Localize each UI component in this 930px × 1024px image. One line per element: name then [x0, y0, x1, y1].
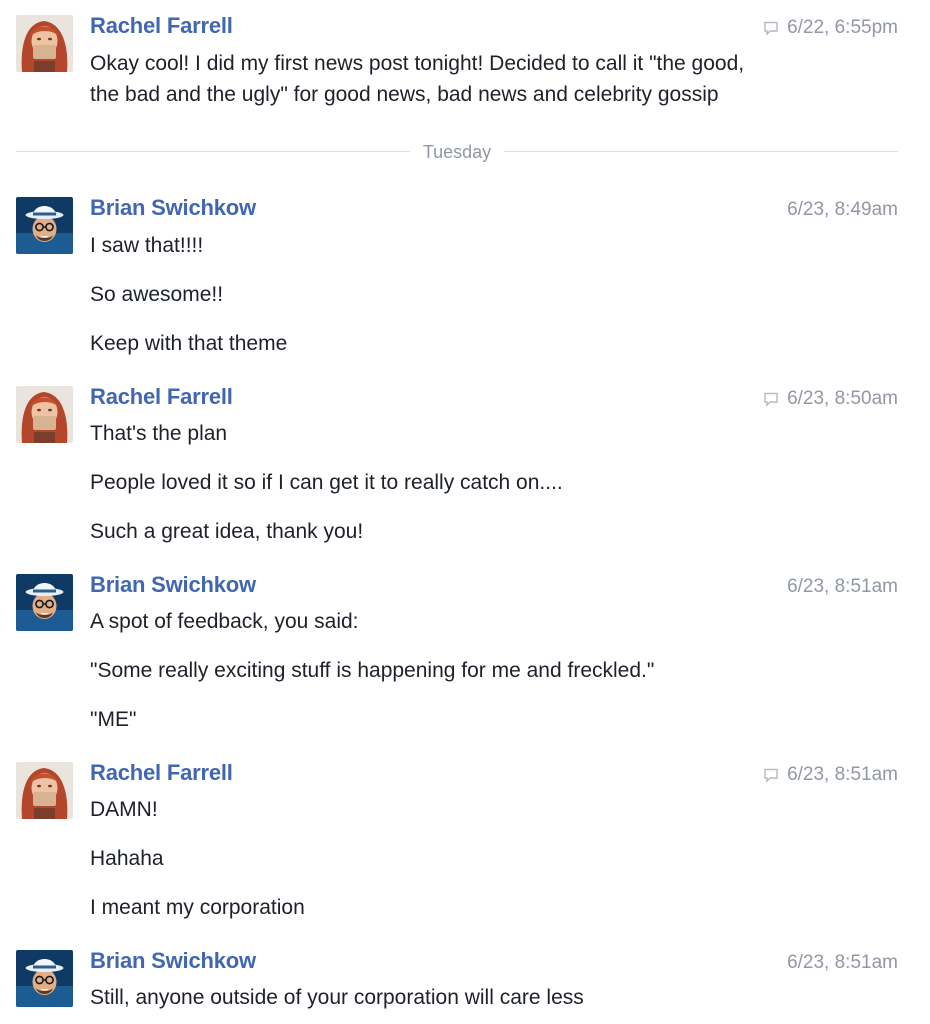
message-text: I meant my corporation: [90, 896, 305, 919]
message-author[interactable]: Brian Swichkow: [90, 572, 256, 598]
message-author[interactable]: Rachel Farrell: [90, 384, 233, 410]
message-meta: 6/23, 8:51am: [763, 764, 898, 786]
message-author[interactable]: Rachel Farrell: [90, 760, 233, 786]
message-text: "ME": [90, 708, 137, 731]
avatar-rachel-icon: [16, 15, 73, 72]
chat-bubble-icon: [763, 767, 779, 783]
message-text: "Some really exciting stuff is happening…: [90, 659, 655, 682]
message-text: A spot of feedback, you said:: [90, 610, 359, 633]
avatar-brian-icon: [16, 574, 73, 631]
message-text: DAMN!: [90, 798, 158, 821]
avatar-rachel[interactable]: [16, 762, 73, 819]
message-author[interactable]: Brian Swichkow: [90, 195, 256, 221]
avatar-brian[interactable]: [16, 197, 73, 254]
message-meta: 6/23, 8:49am: [787, 199, 898, 221]
message-timestamp: 6/23, 8:51am: [787, 576, 898, 597]
chat-bubble-icon: [763, 20, 779, 36]
message-text: People loved it so if I can get it to re…: [90, 471, 563, 494]
message-text: Hahaha: [90, 847, 164, 870]
avatar-rachel[interactable]: [16, 15, 73, 72]
message-text: the bad and the ugly" for good news, bad…: [90, 83, 719, 106]
message-author[interactable]: Rachel Farrell: [90, 13, 233, 39]
message-text: Keep with that theme: [90, 332, 288, 355]
message-author[interactable]: Brian Swichkow: [90, 948, 256, 974]
date-divider-label: Tuesday: [422, 142, 492, 162]
divider-rule: [504, 151, 898, 152]
message-timestamp: 6/23, 8:49am: [787, 199, 898, 220]
message-meta: 6/22, 6:55pm: [763, 17, 898, 39]
message-meta: 6/23, 8:51am: [787, 576, 898, 598]
message-meta: 6/23, 8:50am: [763, 388, 898, 410]
message-text: Such a great idea, thank you!: [90, 520, 364, 543]
avatar-brian-icon: [16, 197, 73, 254]
avatar-rachel-icon: [16, 762, 73, 819]
message-timestamp: 6/22, 6:55pm: [787, 17, 898, 38]
message-text: I saw that!!!!: [90, 234, 204, 257]
date-divider: Tuesday: [16, 140, 898, 164]
message-meta: 6/23, 8:51am: [787, 952, 898, 974]
message-text: Okay cool! I did my first news post toni…: [90, 52, 745, 75]
message-timestamp: 6/23, 8:50am: [787, 388, 898, 409]
avatar-rachel-icon: [16, 386, 73, 443]
message-text: That's the plan: [90, 422, 228, 445]
message-timestamp: 6/23, 8:51am: [787, 952, 898, 973]
message-timestamp: 6/23, 8:51am: [787, 764, 898, 785]
avatar-brian-icon: [16, 950, 73, 1007]
divider-rule: [16, 151, 410, 152]
avatar-brian[interactable]: [16, 950, 73, 1007]
message-text: So awesome!!: [90, 283, 224, 306]
message-thread: Rachel Farrell 6/22, 6:55pm Okay cool! I…: [0, 0, 930, 1024]
chat-bubble-icon: [763, 391, 779, 407]
avatar-brian[interactable]: [16, 574, 73, 631]
message-text: Still, anyone outside of your corporatio…: [90, 986, 584, 1009]
avatar-rachel[interactable]: [16, 386, 73, 443]
